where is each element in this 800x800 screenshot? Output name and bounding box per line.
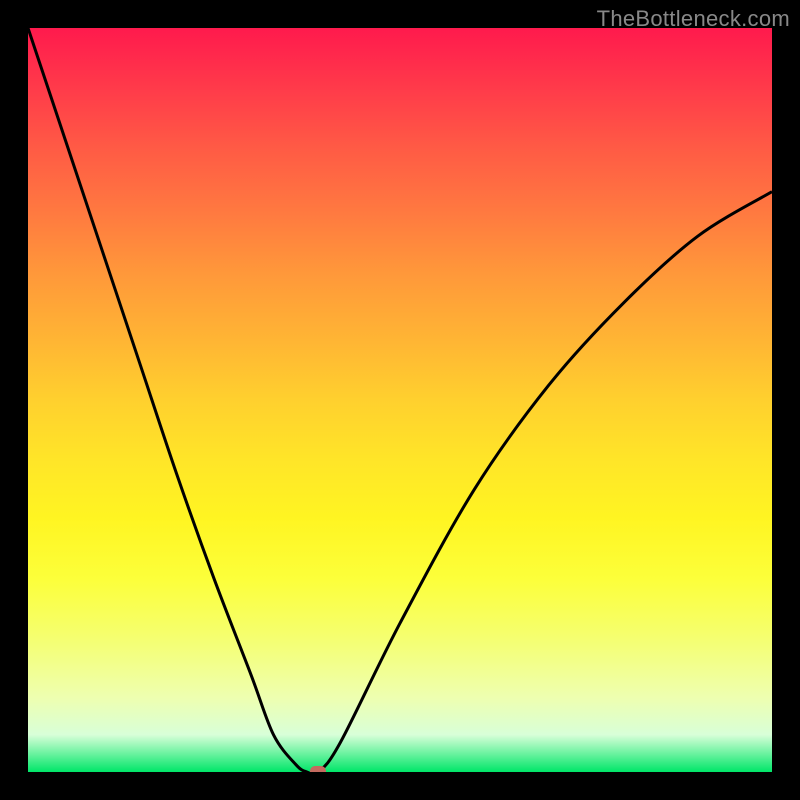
curve-svg [28, 28, 772, 772]
plot-area [28, 28, 772, 772]
watermark-text: TheBottleneck.com [597, 6, 790, 32]
bottleneck-curve [28, 28, 772, 772]
optimal-point-marker [310, 766, 326, 772]
